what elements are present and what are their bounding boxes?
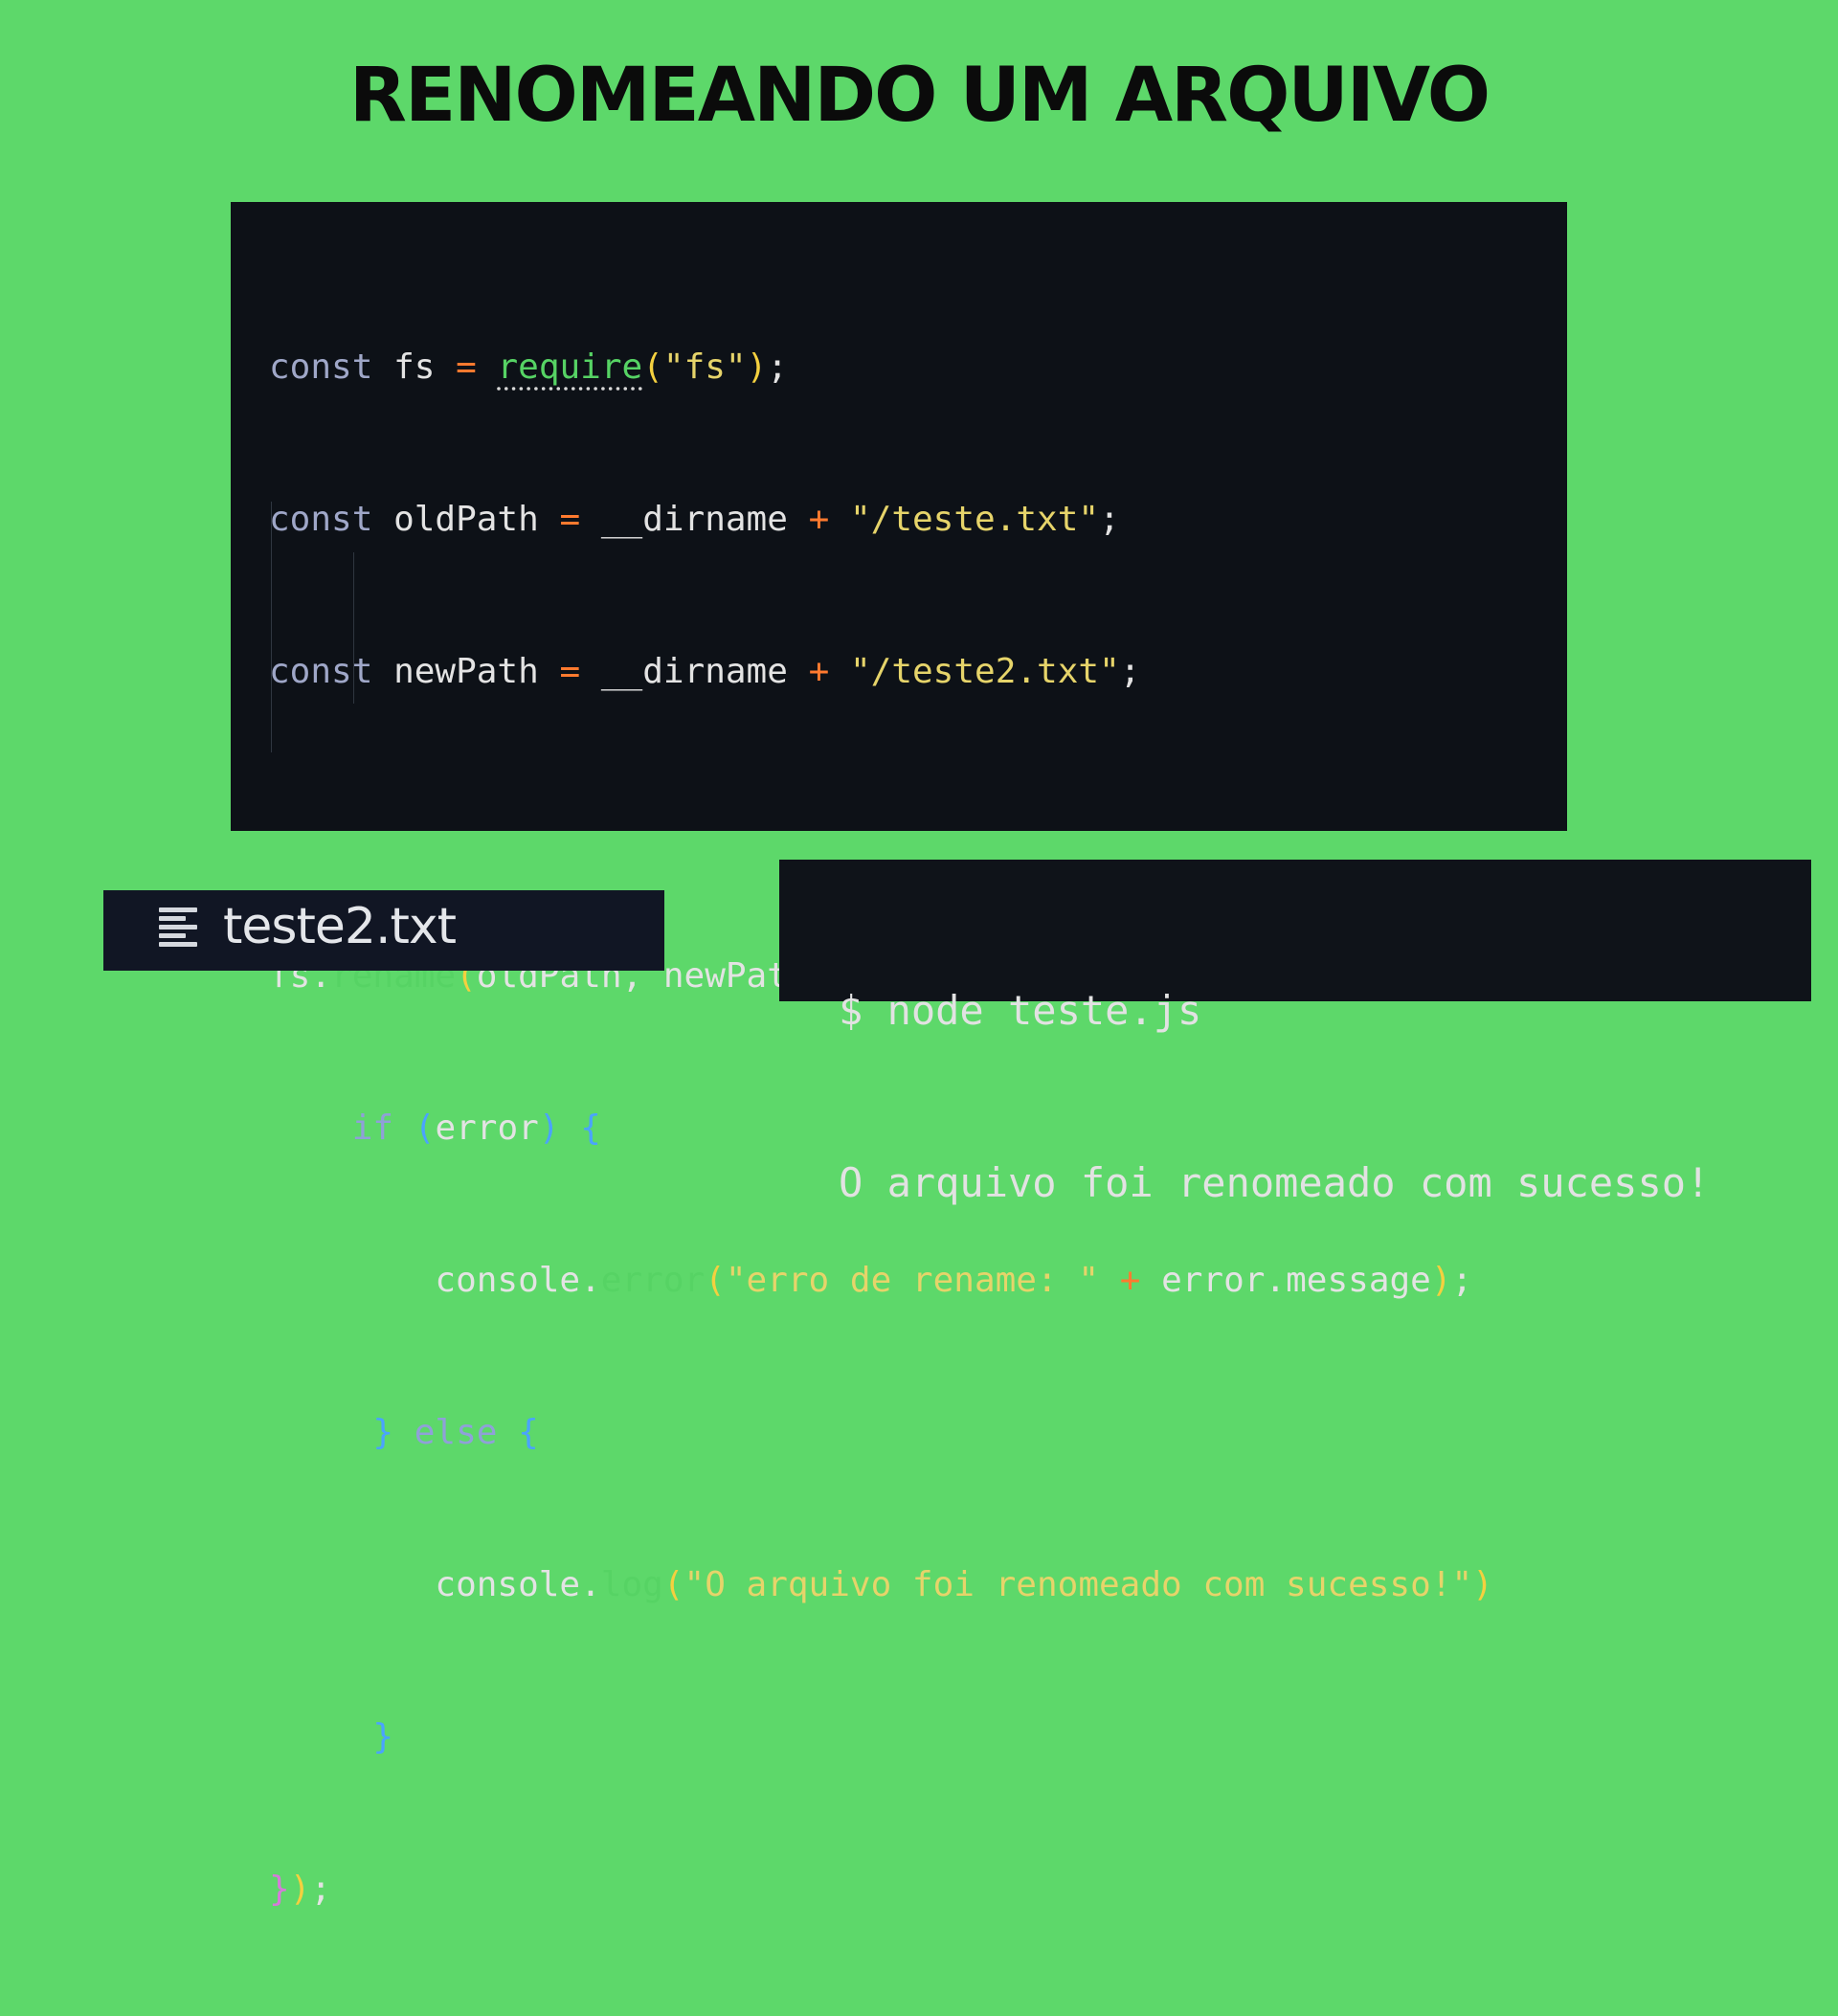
code-line-8: } else { — [372, 1413, 539, 1452]
code-line-11: }); — [269, 1870, 332, 1909]
terminal-command: $ node teste.js — [839, 987, 1202, 1034]
file-explorer-item[interactable]: teste2.txt — [103, 890, 664, 971]
file-name: teste2.txt — [223, 898, 457, 955]
code-editor: const fs = require("fs"); const oldPath … — [231, 202, 1567, 1909]
code-line-10: } — [372, 1717, 394, 1757]
code-line-3: const newPath = __dirname + "/teste2.txt… — [269, 652, 1141, 691]
terminal: $ node teste.js O arquivo foi renomeado … — [779, 860, 1811, 1206]
text-file-icon — [159, 907, 197, 950]
code-line-9: console.log("O arquivo foi renomeado com… — [435, 1565, 1493, 1604]
code-line-2: const oldPath = __dirname + "/teste.txt"… — [269, 500, 1120, 539]
terminal-output: O arquivo foi renomeado com sucesso! — [839, 1159, 1711, 1206]
page-title: RENOMEANDO UM ARQUIVO — [348, 53, 1491, 139]
code-line-1: const fs = require("fs"); — [269, 347, 788, 387]
